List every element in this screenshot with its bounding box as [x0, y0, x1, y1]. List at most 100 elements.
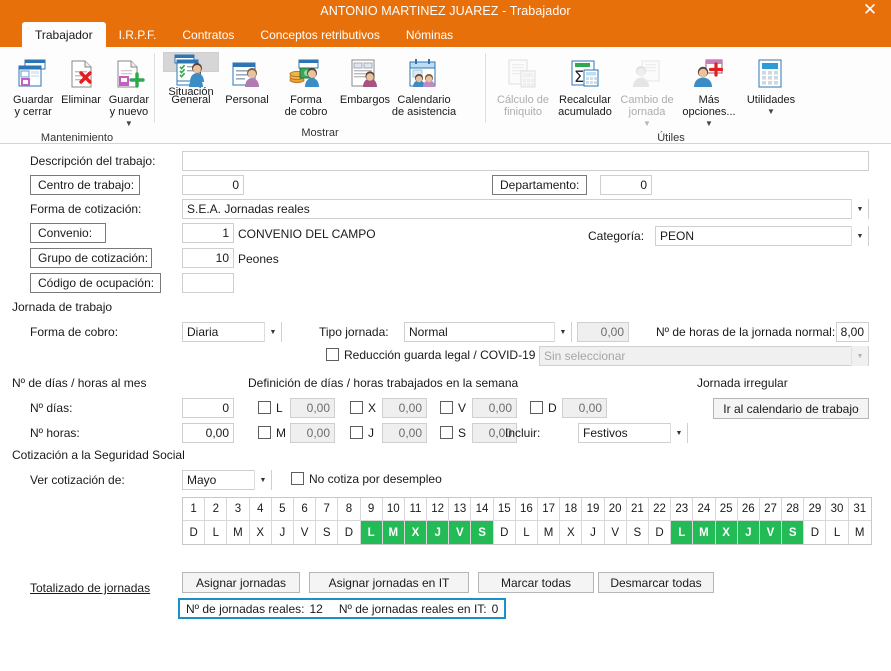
ribbon-button-personal[interactable]: Personal [219, 52, 275, 108]
semana-checkbox-M[interactable] [258, 426, 271, 439]
totalizado-button-desmarcar-todas[interactable]: Desmarcar todas [598, 572, 714, 593]
calendar-day-cell[interactable]: M [693, 521, 715, 544]
centro-trabajo-input[interactable]: 0 [182, 175, 244, 195]
convenio-button[interactable]: Convenio: [30, 223, 106, 243]
calendar-day-cell[interactable]: V [294, 521, 315, 544]
totalizado-button-marcar-todas[interactable]: Marcar todas [478, 572, 594, 593]
semana-checkbox-J[interactable] [350, 426, 363, 439]
calendar-day-cell[interactable]: S [471, 521, 493, 544]
tab-conceptos-retributivos[interactable]: Conceptos retributivos [247, 22, 392, 47]
semana-checkbox-S[interactable] [440, 426, 453, 439]
num-dias-input[interactable]: 0 [182, 398, 234, 418]
calendar-day-cell[interactable]: V [759, 521, 782, 544]
horas-jornada-normal-input[interactable]: 8,00 [836, 322, 869, 342]
calendar-day-cell[interactable]: V [449, 521, 471, 544]
chevron-down-icon[interactable]: ▼ [670, 423, 687, 443]
chevron-down-icon[interactable]: ▼ [554, 322, 571, 342]
reduccion-guarda-legal-checkbox[interactable] [326, 348, 339, 361]
calendar-day-cell[interactable]: V [605, 521, 626, 544]
calendar-day-cell[interactable]: L [671, 521, 693, 544]
calendar-day-cell[interactable]: L [826, 521, 847, 544]
calendar-column: 12 J [427, 498, 450, 544]
chevron-down-icon[interactable]: ▼ [254, 470, 271, 490]
calendar-day-cell[interactable]: D [649, 521, 670, 544]
semana-checkbox-X[interactable] [350, 401, 363, 414]
semana-day-value-J[interactable]: 0,00 [382, 423, 427, 443]
calendar-day-cell[interactable]: J [272, 521, 293, 544]
ribbon-button-delete[interactable]: Eliminar [58, 52, 103, 108]
calendar-day-cell[interactable]: J [737, 521, 759, 544]
calendar-day-cell[interactable]: X [715, 521, 737, 544]
codigo-ocupacion-input[interactable] [182, 273, 234, 293]
ribbon-button-recalcular-sigma[interactable]: Σ Recalcular acumulado [554, 52, 616, 120]
totalizado-button-asignar-jornadas-en-it[interactable]: Asignar jornadas en IT [309, 572, 469, 593]
chevron-down-icon[interactable]: ▼ [851, 199, 868, 219]
convenio-code-input[interactable]: 1 [182, 223, 234, 243]
tab-n-minas[interactable]: Nóminas [393, 22, 466, 47]
ribbon-button-forma-cobro-money[interactable]: Forma de cobro [275, 52, 337, 120]
calendar-day-cell[interactable]: M [849, 521, 871, 544]
ribbon-button-save-new[interactable]: Guardar y nuevo ▼ [104, 52, 154, 132]
calendar-day-cell[interactable]: X [560, 521, 581, 544]
calendar-day-cell[interactable]: M [382, 521, 404, 544]
calendar-day-cell[interactable]: X [250, 521, 271, 544]
calendar-day-cell[interactable]: D [183, 521, 204, 544]
semana-day-value-V[interactable]: 0,00 [472, 398, 517, 418]
ver-cotizacion-select[interactable]: Mayo ▼ [182, 470, 272, 490]
calendar-day-cell[interactable]: D [804, 521, 825, 544]
num-horas-input[interactable]: 0,00 [182, 423, 234, 443]
ribbon-button-mas-opciones[interactable]: Más opciones... ▼ [678, 52, 740, 132]
calendar-day-cell[interactable]: L [360, 521, 382, 544]
calendar-day-cell[interactable]: J [582, 521, 603, 544]
calendar-day-cell[interactable]: S [627, 521, 648, 544]
tab-trabajador[interactable]: Trabajador [22, 22, 106, 47]
close-icon[interactable]: ✕ [857, 0, 883, 22]
calendar-day-cell[interactable]: S [782, 521, 804, 544]
semana-day-value-X[interactable]: 0,00 [382, 398, 427, 418]
departamento-input[interactable]: 0 [600, 175, 652, 195]
semana-checkbox-V[interactable] [440, 401, 453, 414]
personal-icon [230, 55, 264, 93]
chevron-down-icon[interactable]: ▼ [851, 346, 868, 366]
ribbon-button-save-close[interactable]: Guardar y cerrar [8, 52, 58, 120]
chevron-down-icon[interactable]: ▼ [851, 226, 868, 246]
no-cotiza-desempleo-checkbox[interactable] [291, 472, 304, 485]
calendar-day-cell[interactable]: M [227, 521, 248, 544]
codigo-ocupacion-button[interactable]: Código de ocupación: [30, 273, 161, 293]
grupo-cotizacion-code-input[interactable]: 10 [182, 248, 234, 268]
descripcion-trabajo-input[interactable] [182, 151, 869, 171]
incluir-select[interactable]: Festivos ▼ [578, 423, 688, 443]
semana-day-value-M[interactable]: 0,00 [290, 423, 335, 443]
grupo-cotizacion-button[interactable]: Grupo de cotización: [30, 248, 152, 268]
ir-calendario-trabajo-button[interactable]: Ir al calendario de trabajo [713, 398, 869, 419]
calendar-day-cell[interactable]: L [516, 521, 537, 544]
chevron-down-icon[interactable]: ▼ [264, 322, 281, 342]
calendar-day-cell[interactable]: X [404, 521, 427, 544]
calendar-day-cell[interactable]: J [427, 521, 449, 544]
calendar-day-cell[interactable]: M [538, 521, 559, 544]
calendar-day-cell[interactable]: S [316, 521, 337, 544]
semana-checkbox-L[interactable] [258, 401, 271, 414]
semana-checkbox-D[interactable] [530, 401, 543, 414]
calendar-column: 8D [338, 498, 361, 544]
departamento-button[interactable]: Departamento: [492, 175, 587, 195]
semana-day-value-D[interactable]: 0,00 [562, 398, 607, 418]
categoria-select[interactable]: PEON ▼ [655, 226, 869, 246]
ribbon-button-embargos[interactable]: Embargos [337, 52, 393, 108]
calendar-day-cell[interactable]: D [494, 521, 515, 544]
reduccion-guarda-legal-select[interactable]: Sin seleccionar ▼ [539, 346, 869, 366]
semana-day-value-L[interactable]: 0,00 [290, 398, 335, 418]
ribbon-button-calendar-asistencia[interactable]: Calendario de asistencia [392, 52, 456, 120]
centro-trabajo-button[interactable]: Centro de trabajo: [30, 175, 140, 195]
tab-i-r-p-f[interactable]: I.R.P.F. [106, 22, 170, 47]
forma-cotizacion-select[interactable]: S.E.A. Jornadas reales ▼ [182, 199, 869, 219]
calendar-day-cell[interactable]: D [338, 521, 359, 544]
tipo-jornada-select[interactable]: Normal ▼ [404, 322, 572, 342]
calendar-day-cell[interactable]: L [205, 521, 226, 544]
calendar-column: 25 X [715, 498, 738, 544]
totalizado-button-asignar-jornadas[interactable]: Asignar jornadas [182, 572, 300, 593]
ribbon-button-situacion[interactable]: Situación [163, 52, 219, 98]
tab-contratos[interactable]: Contratos [169, 22, 247, 47]
forma-cobro-select[interactable]: Diaria ▼ [182, 322, 282, 342]
ribbon-button-utilidades-calculator[interactable]: Utilidades ▼ [740, 52, 802, 120]
